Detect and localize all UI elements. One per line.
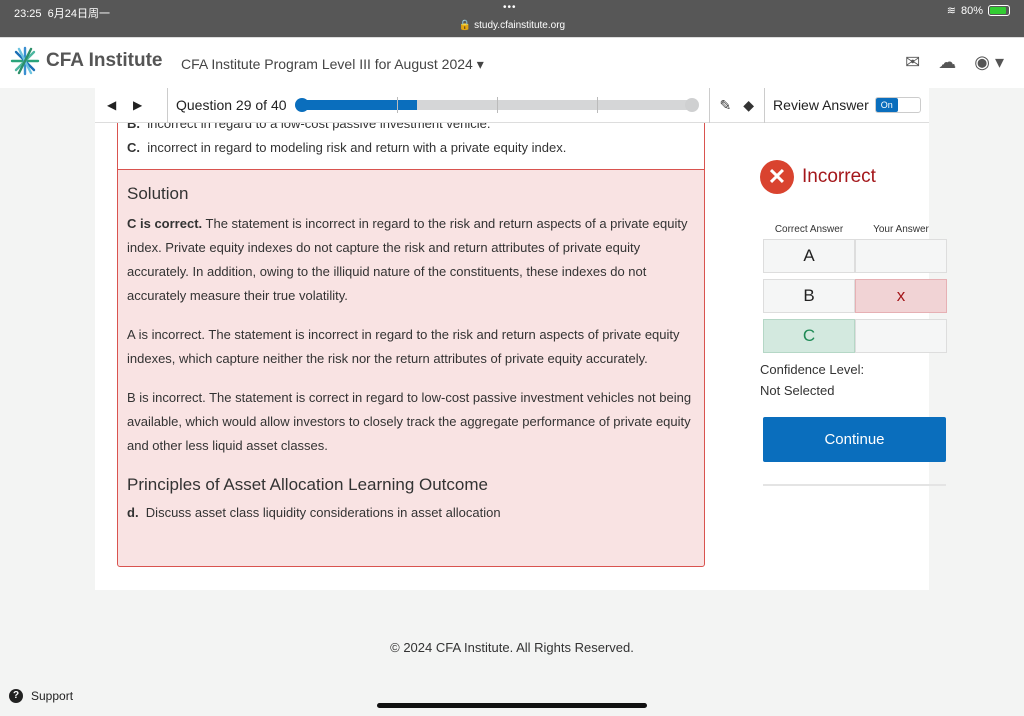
learning-outcome: d. Discuss asset class liquidity conside… [127,505,501,520]
option-b: B. incorrect in regard to a low-cost pas… [127,123,491,131]
option-c: C. incorrect in regard to modeling risk … [127,140,567,155]
app-header: CFA Institute CFA Institute Program Leve… [0,37,1024,88]
eraser-icon[interactable]: ◆ [743,97,754,114]
help-icon: ? [9,689,23,703]
confidence-value: Not Selected [760,383,835,398]
review-answer-toggle[interactable]: On [874,97,921,113]
highlighter-icon[interactable]: ✎ [720,97,732,114]
home-indicator[interactable] [377,703,647,708]
solution-correct: C is correct. The statement is incorrect… [127,216,688,303]
url-bar[interactable]: 🔒 study.cfainstitute.org [0,20,1024,31]
support-link[interactable]: ? Support [9,689,73,703]
answer-c-correct: C [763,319,855,353]
cfa-logo[interactable]: CFA Institute [10,46,162,76]
progress-bar[interactable] [294,97,699,113]
battery-percent: 80% [960,4,983,17]
solution-title: Solution [127,184,189,203]
prev-question-button[interactable]: ◀ [107,98,121,112]
cloud-download-icon[interactable]: ☁ [938,52,956,73]
answer-a: A [763,239,855,273]
review-answer-label: Review Answer [773,97,869,113]
logo-icon [10,46,40,76]
solution-b: B is incorrect. The statement is correct… [127,390,692,453]
correct-answer-header: Correct Answer [774,224,844,235]
progress-fill [296,100,417,110]
my-answer-a [855,239,947,273]
user-menu-icon[interactable]: ◉ ▾ [974,52,1004,73]
question-options: B. incorrect in regard to a low-cost pas… [117,123,705,169]
learning-outcome-title: Principles of Asset Allocation Learning … [127,475,488,494]
confidence-label: Confidence Level: [760,362,865,377]
incorrect-icon: ✕ [760,160,794,194]
more-icon[interactable]: ••• [503,2,517,13]
status-bar: 23:25 6月24日周一 ••• 🔒 study.cfainstitute.o… [0,0,1024,37]
divider [763,484,946,486]
my-answer-b: x [855,279,947,313]
copyright: © 2024 CFA Institute. All Rights Reserve… [390,640,634,655]
result-status: ✕ Incorrect [760,160,950,194]
question-counter: Question 29 of 40 [167,87,287,123]
my-answer-c [855,319,947,353]
mail-icon[interactable]: ✉ [905,52,920,73]
solution-box: Solution C is correct. The statement is … [117,169,705,567]
wifi-icon: ≋ [946,5,956,17]
answer-grid: A Bx C [763,239,950,353]
progress-end-knob[interactable] [684,98,699,112]
result-sidebar: ✕ Incorrect Correct Answer Your Answer A B… [760,160,950,486]
continue-button[interactable]: Continue [763,417,946,462]
question-toolbar: ◀ ▶ Question 29 of 40 ✎ ◆ Review Answer … [95,87,929,123]
program-dropdown[interactable]: CFA Institute Program Level III for Augu… [181,56,484,73]
next-question-button[interactable]: ▶ [133,98,147,112]
status-time: 23:25 6月24日周一 [14,8,111,20]
progress-start-knob[interactable] [294,98,309,112]
battery-icon [988,5,1010,16]
your-answer-header: Your Answer [873,224,929,235]
answer-b: B [763,279,855,313]
solution-a: A is incorrect. The statement is incorre… [127,327,680,366]
